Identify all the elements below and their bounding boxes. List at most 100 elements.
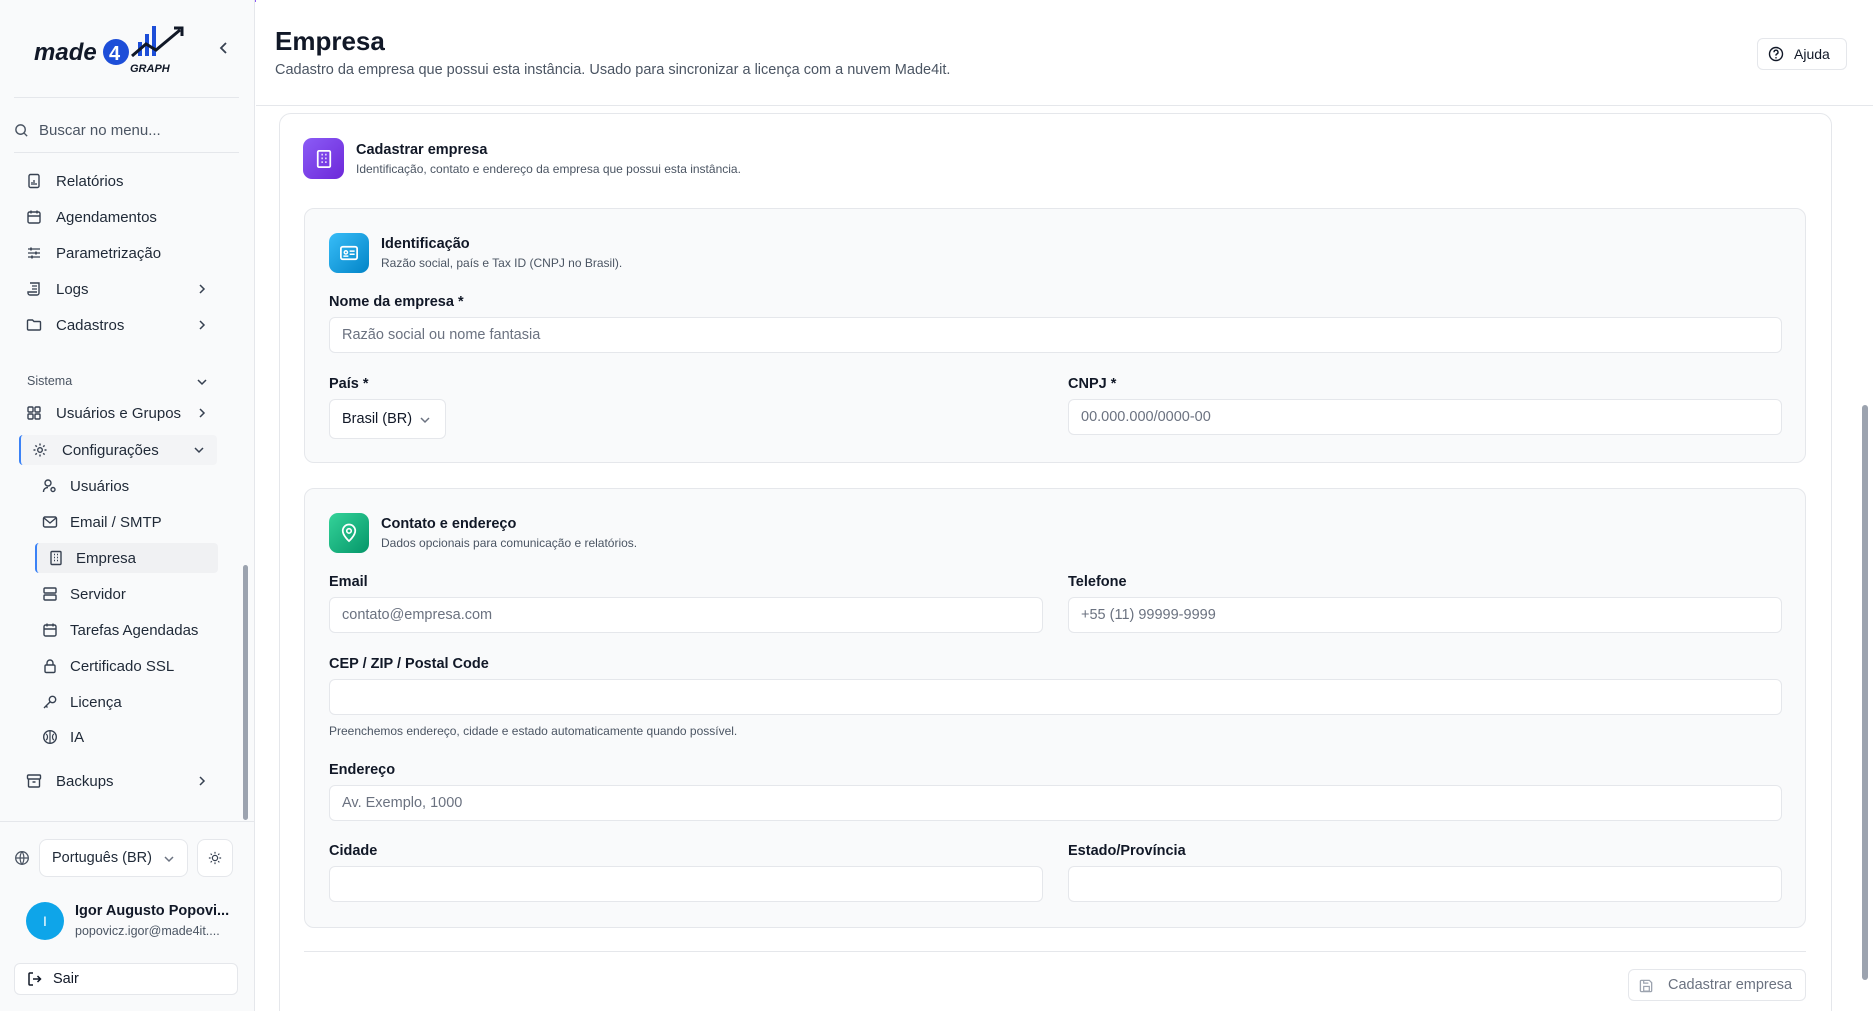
identification-title: Identificação [381, 236, 470, 252]
state-input[interactable] [1068, 866, 1782, 902]
map-pin-icon [341, 523, 357, 543]
sidebar-subitem-ssl[interactable]: Certificado SSL [42, 651, 217, 681]
sidebar: made 4 GRAPH Relatórios Agendamentos Par… [0, 0, 255, 1011]
sidebar-subitem-empresa[interactable]: Empresa [48, 543, 223, 573]
sidebar-item-backups[interactable]: Backups [20, 766, 220, 796]
cep-label: CEP / ZIP / Postal Code [329, 656, 489, 672]
sidebar-item-label: Logs [56, 280, 89, 298]
sidebar-item-label: Relatórios [56, 172, 124, 190]
sidebar-item-label: IA [70, 728, 85, 746]
identification-panel-icon [329, 233, 369, 273]
archive-icon [26, 774, 42, 788]
city-label: Cidade [329, 843, 378, 859]
made4graph-logo[interactable]: made 4 GRAPH [34, 22, 186, 76]
card-title: Cadastrar empresa [356, 142, 488, 158]
sliders-icon [28, 247, 40, 259]
address-input[interactable] [329, 785, 1782, 821]
menu-search [14, 118, 239, 142]
company-name-label: Nome da empresa * [329, 294, 464, 310]
search-icon [15, 123, 28, 137]
globe-icon [15, 851, 29, 865]
sidebar-item-usuarios-grupos[interactable]: Usuários e Grupos [20, 398, 220, 428]
submit-company-button[interactable]: Cadastrar empresa [1628, 969, 1806, 1001]
sidebar-item-label: Cadastros [56, 316, 125, 334]
sidebar-scrollbar[interactable] [243, 565, 248, 820]
cnpj-input[interactable] [1068, 399, 1782, 435]
help-circle-icon [1768, 46, 1784, 62]
logout-button[interactable]: Sair [14, 963, 238, 995]
svg-text:GRAPH: GRAPH [130, 63, 171, 75]
sidebar-item-parametrizacao[interactable]: Parametrização [20, 238, 220, 268]
phone-label: Telefone [1068, 574, 1127, 590]
chevron-right-icon [199, 284, 206, 294]
company-name-input[interactable] [329, 317, 1782, 353]
sidebar-item-label: Tarefas Agendadas [70, 621, 199, 639]
main-scrollbar[interactable] [1862, 405, 1868, 980]
email-label: Email [329, 574, 368, 590]
calendar-icon [27, 210, 41, 224]
page-title: Empresa [275, 26, 385, 56]
chevron-down-icon[interactable] [196, 376, 208, 388]
mail-icon [42, 516, 58, 528]
email-input[interactable] [329, 597, 1043, 633]
theme-toggle-button[interactable] [197, 839, 233, 877]
page-subtitle: Cadastro da empresa que possui esta inst… [275, 62, 951, 78]
calendar-icon [43, 623, 57, 637]
collapse-sidebar-icon[interactable] [214, 38, 234, 58]
sidebar-item-agendamentos[interactable]: Agendamentos [20, 202, 220, 232]
svg-text:4: 4 [109, 43, 121, 65]
users-icon [42, 479, 56, 493]
sidebar-item-relatorios[interactable]: Relatórios [20, 166, 220, 196]
sidebar-item-label: Empresa [76, 549, 137, 567]
chevron-right-icon [199, 776, 206, 786]
divider [14, 97, 239, 98]
state-label: Estado/Província [1068, 843, 1186, 859]
submit-label: Cadastrar empresa [1668, 977, 1793, 993]
chevron-right-icon [199, 408, 206, 418]
sidebar-subitem-tarefas[interactable]: Tarefas Agendadas [42, 615, 217, 645]
sidebar-item-label: Parametrização [56, 244, 162, 262]
contact-panel-icon [329, 513, 369, 553]
sidebar-subitem-servidor[interactable]: Servidor [42, 579, 217, 609]
sidebar-subitem-usuarios[interactable]: Usuários [42, 471, 217, 501]
phone-input[interactable] [1068, 597, 1782, 633]
sidebar-item-configuracoes[interactable]: Configurações [26, 435, 217, 465]
cep-hint: Preenchemos endereço, cidade e estado au… [329, 724, 738, 738]
lock-icon [44, 659, 56, 674]
country-value: Brasil (BR) [342, 411, 413, 427]
contact-title: Contato e endereço [381, 516, 517, 532]
sidebar-item-logs[interactable]: Logs [20, 274, 220, 304]
help-button[interactable]: Ajuda [1757, 38, 1847, 70]
server-icon [43, 587, 57, 601]
help-label: Ajuda [1794, 46, 1830, 62]
svg-text:made: made [34, 39, 97, 66]
sidebar-item-label: Agendamentos [56, 208, 157, 226]
sidebar-item-label: Usuários e Grupos [56, 404, 182, 422]
menu-search-input[interactable] [39, 121, 229, 139]
sidebar-subitem-ia[interactable]: IA [42, 722, 217, 752]
sidebar-subitem-email-smtp[interactable]: Email / SMTP [42, 507, 217, 537]
divider [14, 152, 239, 153]
avatar[interactable]: I [26, 902, 64, 940]
sidebar-item-label: Backups [56, 772, 114, 790]
card-subtitle: Identificação, contato e endereço da emp… [356, 162, 741, 176]
sidebar-item-label: Usuários [70, 477, 130, 495]
contact-subtitle: Dados opcionais para comunicação e relat… [381, 536, 638, 550]
chevron-down-icon [420, 417, 430, 424]
sun-icon [208, 851, 222, 865]
sidebar-subitem-licenca[interactable]: Licença [42, 687, 217, 717]
sidebar-item-cadastros[interactable]: Cadastros [20, 310, 220, 340]
city-input[interactable] [329, 866, 1043, 902]
building-icon [50, 550, 62, 566]
id-card-icon [340, 245, 358, 261]
country-select[interactable]: Brasil (BR) [329, 399, 446, 439]
folder-icon [26, 319, 42, 331]
sidebar-item-label: Certificado SSL [70, 657, 175, 675]
save-icon [1639, 979, 1653, 992]
key-icon [43, 695, 57, 709]
grid-icon [27, 406, 41, 420]
chevron-right-icon [199, 320, 206, 330]
language-select[interactable]: Português (BR) [39, 839, 188, 877]
cnpj-label: CNPJ * [1068, 376, 1117, 392]
cep-input[interactable] [329, 679, 1782, 715]
